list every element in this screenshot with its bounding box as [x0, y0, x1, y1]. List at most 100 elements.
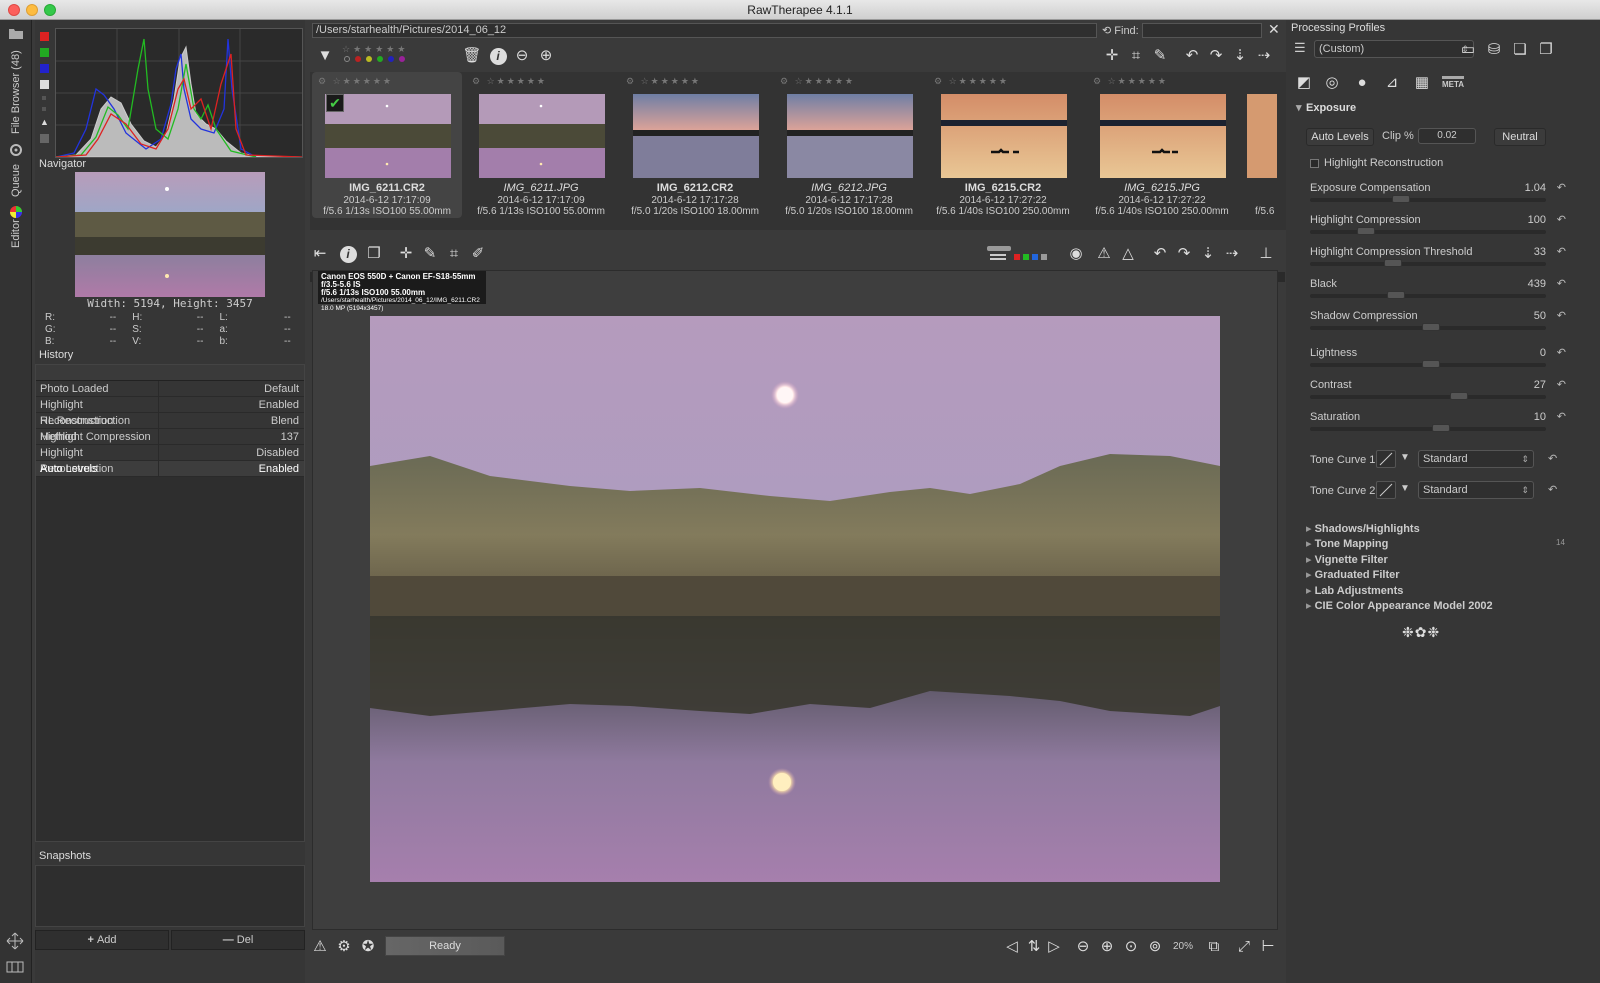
no-color-filter[interactable] [344, 56, 350, 62]
curve-editor-button[interactable] [1376, 450, 1396, 468]
focus-mask-icon[interactable]: ◉ [1066, 245, 1086, 263]
luminance-channel-toggle[interactable] [40, 80, 49, 89]
bar-toggle-icon[interactable] [40, 134, 49, 143]
snapshots-list[interactable] [35, 865, 305, 927]
slider-knob[interactable] [1392, 195, 1410, 203]
hide-right-panel-icon[interactable]: ⊢ [1258, 938, 1278, 956]
history-row-selected[interactable]: Auto Levels Enabled [36, 461, 304, 477]
path-field[interactable]: /Users/starhealth/Pictures/2014_06_12 [312, 23, 1097, 38]
rotate-left-icon[interactable]: ↶ [1150, 245, 1170, 263]
luminance-preview-button[interactable] [1041, 254, 1047, 260]
slider-knob[interactable] [1384, 259, 1402, 267]
tone-curve-1-mode-select[interactable]: Standard ⇕ [1418, 450, 1534, 468]
thumb-stars[interactable]: ⚙ ☆★★★★★ [1093, 76, 1168, 87]
previous-image-icon[interactable]: ◁ [1002, 938, 1022, 956]
slider-track[interactable] [1310, 198, 1546, 202]
crop-icon[interactable]: ⌗ [1126, 47, 1146, 65]
tone-mapping-section[interactable]: Tone Mapping [1306, 537, 1389, 550]
reset-icon[interactable]: ↶ [1557, 181, 1566, 194]
lab-adjustments-section[interactable]: Lab Adjustments [1306, 584, 1404, 597]
preview-mode-selector[interactable] [986, 244, 1012, 266]
curve-dropdown-arrow-icon[interactable]: ▼ [1400, 452, 1410, 463]
rotate-right-icon[interactable]: ↷ [1174, 245, 1194, 263]
zoom-fit-icon[interactable]: ⊙ [1121, 938, 1141, 956]
slider-knob[interactable] [1422, 323, 1440, 331]
maximize-window-button[interactable] [44, 4, 56, 16]
shadow-clipping-warning-icon[interactable]: ⚠ [1094, 245, 1114, 263]
filter-icon[interactable]: ▼ [315, 47, 335, 65]
detail-tab-icon[interactable]: ◎ [1322, 74, 1342, 92]
graduated-filter-section[interactable]: Graduated Filter [1306, 568, 1400, 581]
move-icon[interactable] [6, 932, 24, 953]
flip-vertical-icon[interactable]: ⇣ [1230, 47, 1250, 65]
purple-filter[interactable] [399, 56, 405, 62]
next-image-icon[interactable]: ▷ [1044, 938, 1064, 956]
green-channel-toggle[interactable] [40, 48, 49, 57]
zoom-out-icon[interactable]: ⊖ [512, 47, 532, 65]
thumb-stars[interactable]: ⚙ ☆★★★★★ [318, 76, 393, 87]
thumb-stars[interactable]: ⚙ ☆★★★★★ [472, 76, 547, 87]
cie-color-appearance-section[interactable]: CIE Color Appearance Model 2002 [1306, 599, 1493, 612]
before-after-icon[interactable]: ❐ [364, 245, 384, 263]
white-balance-icon[interactable]: ✎ [1150, 47, 1170, 65]
warning-icon[interactable]: ⚠ [310, 938, 330, 956]
minimize-window-button[interactable] [26, 4, 38, 16]
auto-levels-button[interactable]: Auto Levels [1306, 128, 1374, 146]
color-tab-icon[interactable]: ● [1352, 74, 1372, 92]
tab-queue[interactable]: Queue [4, 142, 28, 197]
rank-filter-stars[interactable]: ☆★★★★★ [342, 44, 408, 55]
rotate-left-icon[interactable]: ↶ [1182, 47, 1202, 65]
highlight-reconstruction-checkbox[interactable] [1310, 159, 1319, 168]
yellow-filter[interactable] [366, 56, 372, 62]
tab-file-browser[interactable]: File Browser (48) [4, 24, 28, 134]
neutral-button[interactable]: Neutral [1494, 128, 1546, 146]
raw-tab-icon[interactable]: ▦ [1412, 74, 1432, 92]
save-profile-icon[interactable]: ⛁ [1484, 41, 1504, 59]
thumbnail[interactable]: ⚙ ☆★★★★★ IMG_6212.CR2 2014-6-12 17:17:28… [620, 72, 770, 218]
thumbnail[interactable]: ⚙ ☆★★★★★ ✔ IMG_6211.CR2 2014-6-12 17:17:… [312, 72, 462, 218]
fullscreen-icon[interactable]: ⤢ [1234, 938, 1254, 956]
open-folder-icon[interactable]: ▭ [1458, 41, 1478, 59]
reset-icon[interactable]: ↶ [1557, 410, 1566, 423]
green-preview-button[interactable] [1023, 254, 1029, 260]
blue-channel-toggle[interactable] [40, 64, 49, 73]
hide-left-panel-icon[interactable]: ⇤ [310, 245, 330, 263]
reset-icon[interactable]: ↶ [1557, 309, 1566, 322]
history-row[interactable]: Photo Loaded Default [36, 381, 304, 397]
plus-crosshair-icon[interactable]: ✛ [1102, 47, 1122, 65]
red-channel-toggle[interactable] [40, 32, 49, 41]
reset-icon[interactable]: ↶ [1557, 213, 1566, 226]
slider-knob[interactable] [1422, 360, 1440, 368]
red-preview-button[interactable] [1014, 254, 1020, 260]
highlight-clipping-warning-icon[interactable]: △ [1118, 245, 1138, 263]
raw-histogram-icon[interactable]: ▲ [40, 118, 49, 127]
green-filter[interactable] [377, 56, 383, 62]
slider-track[interactable] [1310, 294, 1546, 298]
close-window-button[interactable] [8, 4, 20, 16]
refresh-icon[interactable]: ⟲ [1102, 25, 1114, 37]
image-preview-area[interactable]: Canon EOS 550D + Canon EF-S18-55mm f/3.5… [312, 270, 1278, 930]
blue-preview-button[interactable] [1032, 254, 1038, 260]
curve-dropdown-arrow-icon[interactable]: ▼ [1400, 483, 1410, 494]
slider-track[interactable] [1310, 427, 1546, 431]
flip-horizontal-icon[interactable]: ⇢ [1222, 245, 1242, 263]
sync-icon[interactable]: ⇅ [1024, 938, 1044, 956]
slider-track[interactable] [1310, 395, 1546, 399]
thumbnail-partial[interactable] [1247, 94, 1277, 178]
exposure-tab-icon[interactable]: ◩ [1294, 74, 1314, 92]
reset-icon[interactable]: ↶ [1557, 346, 1566, 359]
tone-curve-2-mode-select[interactable]: Standard ⇕ [1418, 481, 1534, 499]
history-row[interactable]: Highlight Compression 137 [36, 429, 304, 445]
find-input[interactable] [1142, 23, 1262, 38]
reset-icon[interactable]: ↶ [1557, 378, 1566, 391]
history-row[interactable]: HL Reconstruction Method Blend [36, 413, 304, 443]
send-to-editor-icon[interactable]: ✪ [358, 938, 378, 956]
thumb-stars[interactable]: ⚙ ☆★★★★★ [780, 76, 855, 87]
curve-editor-button[interactable] [1376, 481, 1396, 499]
reset-icon[interactable]: ↶ [1557, 245, 1566, 258]
filmstrip-icon[interactable] [6, 960, 24, 977]
blue-filter[interactable] [388, 56, 394, 62]
transform-tab-icon[interactable]: ⊿ [1382, 74, 1402, 92]
paste-profile-icon[interactable]: ❐ [1536, 41, 1556, 59]
reset-icon[interactable]: ↶ [1548, 452, 1557, 465]
